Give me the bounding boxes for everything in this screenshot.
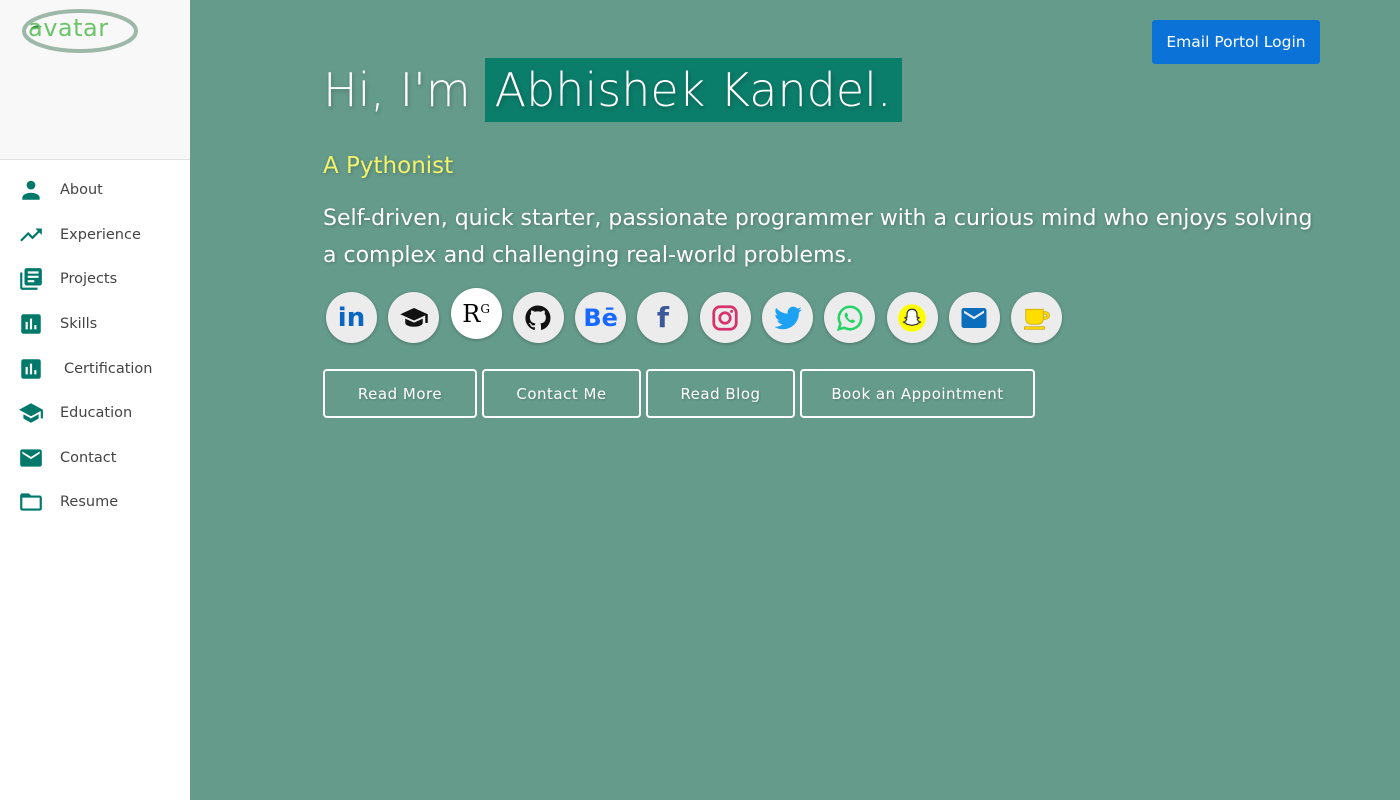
github-link[interactable] bbox=[512, 292, 564, 343]
whatsapp-icon bbox=[836, 304, 863, 331]
facebook-link[interactable]: f bbox=[637, 292, 689, 343]
coffee-icon bbox=[1023, 308, 1050, 330]
snapchat-link[interactable] bbox=[886, 292, 938, 343]
sidebar-item-resume[interactable]: Resume bbox=[0, 480, 190, 525]
github-icon bbox=[525, 304, 551, 330]
snapchat-icon bbox=[898, 303, 926, 332]
sidebar-item-label: Contact bbox=[60, 449, 117, 466]
trending-up-icon bbox=[17, 221, 44, 248]
linkedin-link[interactable]: in bbox=[326, 292, 377, 343]
sidebar-item-label: Experience bbox=[60, 226, 141, 243]
sidebar-item-label: Education bbox=[60, 405, 133, 422]
linkedin-icon: in bbox=[337, 302, 366, 333]
hero-greeting: Hi, I'm bbox=[323, 63, 471, 117]
whatsapp-link[interactable] bbox=[824, 292, 876, 343]
sidebar-item-label: Skills bbox=[60, 316, 98, 333]
hero-name: Abhishek Kandel. bbox=[484, 58, 902, 122]
behance-link[interactable]: Bē bbox=[575, 292, 627, 343]
folder-icon bbox=[17, 489, 44, 516]
sidebar: avatar About Experience Projects Skills bbox=[0, 0, 190, 800]
email-portal-login-button[interactable]: Email Portol Login bbox=[1152, 20, 1320, 64]
email-icon bbox=[17, 444, 44, 471]
sidebar-item-education[interactable]: Education bbox=[0, 391, 190, 436]
contact-me-button[interactable]: Contact Me bbox=[482, 369, 641, 418]
read-blog-button[interactable]: Read Blog bbox=[646, 369, 795, 418]
email-icon bbox=[961, 307, 987, 328]
school-icon bbox=[17, 400, 44, 427]
sidebar-header: avatar bbox=[0, 0, 190, 160]
sidebar-item-label: Projects bbox=[60, 271, 118, 288]
hero-title: Hi, I'm Abhishek Kandel. bbox=[323, 58, 902, 122]
read-more-button[interactable]: Read More bbox=[323, 369, 477, 418]
sidebar-item-projects[interactable]: Projects bbox=[0, 257, 190, 302]
hero-subtitle: A Pythonist bbox=[323, 153, 454, 179]
facebook-icon: f bbox=[656, 301, 670, 334]
sidebar-item-certification[interactable]: Certification bbox=[0, 346, 190, 391]
bar-chart-icon bbox=[17, 355, 44, 382]
sidebar-item-skills[interactable]: Skills bbox=[0, 302, 190, 347]
graduation-cap-icon bbox=[400, 307, 428, 327]
sidebar-item-experience[interactable]: Experience bbox=[0, 213, 190, 258]
bar-chart-icon bbox=[17, 311, 44, 338]
researchgate-icon: RG bbox=[462, 299, 490, 328]
social-links: in RG Bē f bbox=[326, 288, 1074, 343]
twitter-link[interactable] bbox=[762, 292, 814, 343]
sidebar-item-label: Certification bbox=[64, 360, 153, 377]
hero-description: Self-driven, quick starter, passionate p… bbox=[323, 206, 1313, 268]
library-books-icon bbox=[17, 266, 44, 293]
instagram-link[interactable] bbox=[699, 292, 751, 343]
behance-icon: Bē bbox=[583, 303, 618, 332]
sidebar-item-label: About bbox=[60, 182, 103, 199]
instagram-icon bbox=[712, 304, 738, 331]
person-icon bbox=[17, 177, 44, 204]
sidebar-item-label: Resume bbox=[60, 494, 119, 511]
sidebar-nav: About Experience Projects Skills Certifi… bbox=[0, 160, 190, 525]
action-buttons: Read More Contact Me Read Blog Book an A… bbox=[323, 369, 1040, 418]
main-content: Email Portol Login Hi, I'm Abhishek Kand… bbox=[190, 0, 1400, 800]
researchgate-link[interactable]: RG bbox=[450, 288, 502, 339]
sidebar-item-contact[interactable]: Contact bbox=[0, 436, 190, 481]
sidebar-item-about[interactable]: About bbox=[0, 168, 190, 213]
email-link[interactable] bbox=[948, 292, 1000, 343]
logo-text: avatar bbox=[28, 14, 109, 42]
book-appointment-button[interactable]: Book an Appointment bbox=[800, 369, 1035, 418]
buy-me-coffee-link[interactable] bbox=[1011, 292, 1063, 343]
twitter-icon bbox=[773, 306, 802, 329]
google-scholar-link[interactable] bbox=[388, 292, 440, 343]
